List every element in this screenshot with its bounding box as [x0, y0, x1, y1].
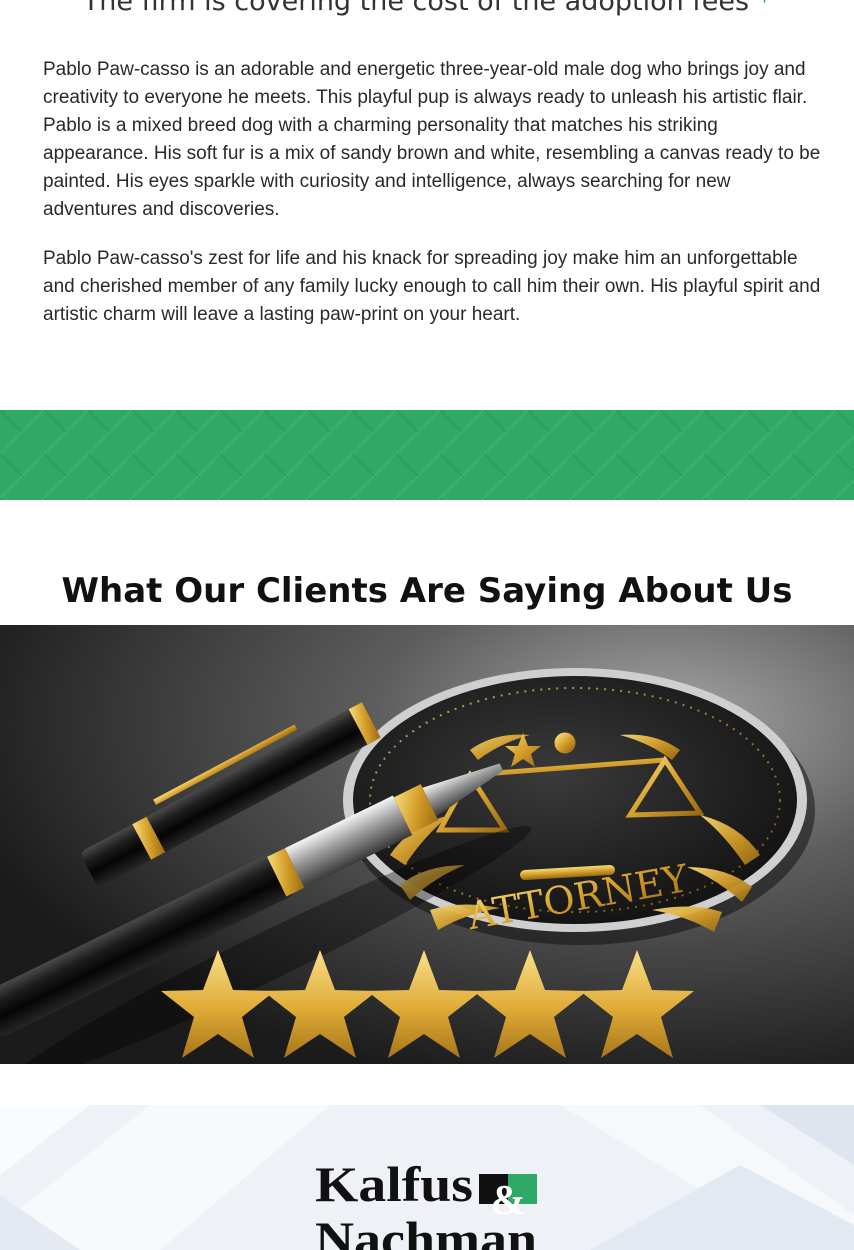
adoption-fee-text: The firm is covering the cost of the ado… [82, 0, 750, 17]
pet-bio-paragraph-2: Pablo Paw-casso's zest for life and his … [43, 248, 821, 325]
pet-bio-paragraph-1: Pablo Paw-casso is an adorable and energ… [43, 59, 821, 220]
logo-line-1: Kalfus [315, 1156, 473, 1212]
kalfus-nachman-logo: Kalfus & Nachman [315, 1156, 537, 1250]
testimonials-hero-image: ATTORNEY [0, 625, 854, 1064]
adoption-fee-notice: The firm is covering the cost of the ado… [0, 0, 854, 17]
required-asterisk: * [757, 0, 772, 17]
green-divider-band [0, 410, 854, 500]
logo-line-2: Nachman [315, 1211, 537, 1250]
testimonials-heading: What Our Clients Are Saying About Us [61, 571, 793, 611]
